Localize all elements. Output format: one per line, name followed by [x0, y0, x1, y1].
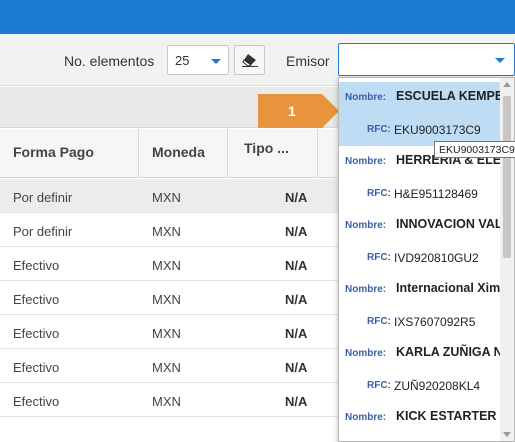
- dropdown-option-name[interactable]: Nombre: KICK ESTARTER LANDING: [339, 402, 500, 434]
- dropdown-option-name[interactable]: Nombre: KARLA ZUÑIGA NUÑEZ: [339, 338, 500, 370]
- moneda-cell: MXN: [152, 292, 181, 307]
- forma-pago-cell: Efectivo: [13, 394, 60, 409]
- scrollbar-thumb[interactable]: [503, 96, 511, 258]
- app-header-bar: [0, 0, 515, 34]
- option-key-label: RFC:: [367, 188, 391, 199]
- forma-pago-cell: Efectivo: [13, 326, 60, 341]
- tipo-cell: N/A: [285, 258, 308, 273]
- page-size-select[interactable]: 25: [167, 45, 229, 75]
- option-value: INNOVACION VALOR: [396, 217, 500, 231]
- dropdown-option-rfc[interactable]: RFC: IXS7607092R5: [339, 306, 500, 338]
- scroll-up-arrow-icon[interactable]: [503, 82, 511, 87]
- tipo-cell: N/A: [285, 224, 308, 239]
- tooltip: EKU9003173C9: [434, 141, 515, 158]
- option-key-label: RFC:: [367, 316, 391, 327]
- scroll-down-arrow-icon[interactable]: [503, 432, 511, 437]
- moneda-cell: MXN: [152, 224, 181, 239]
- option-key-label: Nombre:: [345, 92, 387, 103]
- chevron-down-icon[interactable]: [495, 58, 505, 63]
- dropdown-option-name[interactable]: Nombre: INNOVACION VALOR: [339, 210, 500, 242]
- forma-pago-cell: Por definir: [13, 190, 73, 205]
- option-value: EKU9003173C9: [394, 123, 481, 137]
- option-key-label: Nombre:: [345, 348, 387, 359]
- option-value: ZUÑ920208KL4: [394, 379, 481, 393]
- emisor-dropdown-list: Nombre:ESCUELA KEMPERRFC:EKU9003173C9Nom…: [338, 77, 515, 442]
- option-value: KICK ESTARTER LANDING: [396, 409, 500, 423]
- eraser-icon: [242, 54, 258, 67]
- page-size-value: 25: [175, 53, 190, 68]
- tipo-cell: N/A: [285, 190, 308, 205]
- step-marker-number: 1: [288, 103, 296, 119]
- moneda-cell: MXN: [152, 190, 181, 205]
- column-header-tipo[interactable]: Tipo ...: [228, 129, 318, 178]
- clear-filters-button[interactable]: [234, 45, 265, 75]
- option-value: H&E951128469: [394, 187, 478, 201]
- emisor-label: Emisor: [286, 53, 330, 69]
- forma-pago-cell: Por definir: [13, 224, 73, 239]
- option-value: KARLA ZUÑIGA NUÑEZ: [396, 345, 500, 359]
- moneda-cell: MXN: [152, 360, 181, 375]
- option-value: IXS7607092R5: [394, 315, 476, 329]
- option-key-label: Nombre:: [345, 284, 387, 295]
- tipo-cell: N/A: [285, 292, 308, 307]
- option-value: IVD920810GU2: [394, 251, 479, 265]
- forma-pago-cell: Efectivo: [13, 360, 60, 375]
- chevron-down-icon: [211, 59, 221, 64]
- option-key-label: Nombre:: [345, 412, 387, 423]
- option-key-label: RFC:: [367, 380, 391, 391]
- option-key-label: RFC:: [367, 124, 391, 135]
- tipo-cell: N/A: [285, 326, 308, 341]
- emisor-combobox[interactable]: [338, 43, 515, 76]
- dropdown-option-rfc[interactable]: RFC: ZUÑ920208KL4: [339, 370, 500, 402]
- column-header-forma-pago[interactable]: Forma Pago: [0, 129, 139, 178]
- dropdown-option-name[interactable]: Nombre: ESCUELA KEMPER: [339, 82, 500, 114]
- forma-pago-cell: Efectivo: [13, 292, 60, 307]
- option-key-label: Nombre:: [345, 156, 387, 167]
- forma-pago-cell: Efectivo: [13, 258, 60, 273]
- option-key-label: RFC:: [367, 252, 391, 263]
- option-value: ESCUELA KEMPER: [396, 89, 500, 103]
- moneda-cell: MXN: [152, 394, 181, 409]
- moneda-cell: MXN: [152, 258, 181, 273]
- option-key-label: Nombre:: [345, 220, 387, 231]
- dropdown-option-name[interactable]: Nombre: Internacional Ximba: [339, 274, 500, 306]
- dropdown-scrollbar[interactable]: [500, 78, 514, 441]
- column-header-moneda[interactable]: Moneda: [139, 129, 228, 178]
- moneda-cell: MXN: [152, 326, 181, 341]
- tipo-cell: N/A: [285, 360, 308, 375]
- dropdown-option-rfc[interactable]: RFC: IVD920810GU2: [339, 242, 500, 274]
- tipo-cell: N/A: [285, 394, 308, 409]
- dropdown-option-rfc[interactable]: RFC: H&E951128469: [339, 178, 500, 210]
- option-value: Internacional Ximba: [396, 281, 500, 295]
- step-marker: 1: [258, 94, 339, 128]
- page-size-label: No. elementos: [64, 53, 155, 69]
